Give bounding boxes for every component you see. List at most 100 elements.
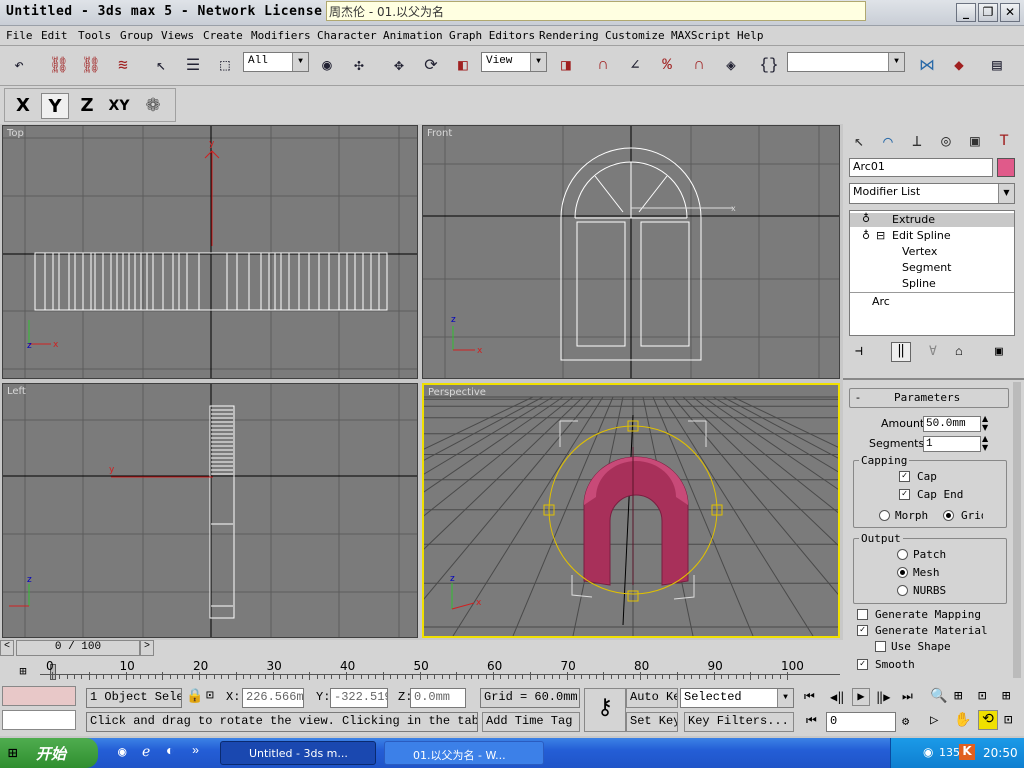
zoom-icon[interactable]: 🔍 [930, 688, 947, 705]
key-filters-button[interactable]: Key Filters... [684, 712, 794, 732]
zoom-extents-icon[interactable]: ⊡ [978, 688, 986, 705]
expand-icon[interactable]: ⊟ [876, 229, 885, 242]
maxscript-listener-white[interactable] [2, 710, 76, 730]
set-key-button[interactable]: Set Key [626, 712, 678, 732]
panel-scrollbar[interactable] [1013, 382, 1021, 678]
edit-named-selection-icon[interactable]: {} [756, 52, 782, 78]
menu-edit[interactable]: Edit [41, 29, 68, 42]
quicklaunch-ie-icon[interactable]: ℯ [142, 744, 150, 761]
go-to-end-icon[interactable]: ⏭ [902, 690, 913, 704]
spinner-arrows-icon[interactable]: ▲ ▼ [982, 414, 988, 432]
show-end-result-icon[interactable]: ‖ [891, 342, 911, 362]
go-to-start-icon[interactable]: ⏮ [804, 690, 815, 704]
object-name-input[interactable]: Arc01 [849, 158, 993, 177]
menu-tools[interactable]: Tools [78, 29, 111, 42]
hierarchy-tab-icon[interactable]: ⊥ [904, 128, 930, 154]
segments-spinner[interactable]: 1 [923, 436, 981, 452]
close-button[interactable]: ✕ [1000, 3, 1020, 22]
menu-character[interactable]: Character [317, 29, 377, 42]
restore-button[interactable]: ❐ [978, 3, 998, 22]
menu-help[interactable]: Help [737, 29, 764, 42]
viewport-front[interactable]: x z x Front [422, 125, 840, 379]
zoom-extents-all-icon[interactable]: ⊞ [1002, 688, 1010, 705]
time-prev-icon[interactable]: < [0, 640, 14, 656]
use-shape-checkbox[interactable] [875, 641, 886, 652]
auto-key-button[interactable]: Auto Key [626, 688, 678, 708]
link-icon[interactable]: ⛓ [46, 52, 72, 78]
quicklaunch-more-icon[interactable]: » [192, 744, 199, 758]
absolute-mode-icon[interactable]: ⊡ [206, 688, 214, 703]
percent-snap-icon[interactable]: % [654, 52, 680, 78]
restrict-z-button[interactable]: Z [73, 93, 101, 119]
time-config-icon[interactable]: ⚙ [902, 714, 909, 729]
make-unique-icon[interactable]: ∀ [929, 344, 937, 359]
restrict-y-button[interactable]: Y [41, 93, 69, 119]
pin-stack-icon[interactable]: ⊣ [855, 344, 863, 359]
track-bar[interactable]: ⊞ 0 10 20 30 40 50 60 70 80 90 100 [0, 659, 843, 684]
generate-mapping-checkbox[interactable] [857, 609, 868, 620]
quicklaunch-media-icon[interactable]: ◉ [118, 744, 126, 761]
lock-selection-icon[interactable]: 🔒 [186, 688, 203, 705]
previous-frame-icon[interactable]: ◀‖ [830, 690, 844, 705]
menu-group[interactable]: Group [120, 29, 153, 42]
pan-icon[interactable]: ✋ [954, 712, 971, 729]
object-color-swatch[interactable] [997, 158, 1015, 177]
task-3dsmax[interactable]: Untitled - 3ds m... [220, 741, 376, 765]
y-coord-input[interactable]: -322.519 [330, 688, 388, 708]
named-selection-icon[interactable]: ◈ [718, 52, 744, 78]
x-coord-input[interactable]: 226.566mm [242, 688, 304, 708]
time-slider[interactable]: 0 / 100 [16, 640, 140, 656]
reference-coord-dropdown[interactable]: View ▼ [481, 52, 547, 72]
amount-spinner[interactable]: 50.0mm [923, 416, 981, 432]
stack-item-vertex[interactable]: Vertex [902, 245, 937, 258]
create-tab-icon[interactable]: ↖ [846, 128, 872, 154]
key-mode-toggle-icon[interactable]: ⏮ [806, 714, 817, 728]
time-next-icon[interactable]: > [140, 640, 154, 656]
spinner-snap-icon[interactable]: ∩ [686, 52, 712, 78]
menu-modifiers[interactable]: Modifiers [251, 29, 311, 42]
display-tab-icon[interactable]: ▣ [962, 128, 988, 154]
key-mode-dropdown[interactable]: Selected ▼ [680, 688, 794, 708]
remove-modifier-icon[interactable]: ⌂ [955, 344, 963, 359]
stack-item-extrude[interactable]: Extrude [892, 213, 935, 226]
viewport-top[interactable]: y z x Top [2, 125, 418, 379]
maxscript-listener-pink[interactable] [2, 686, 76, 706]
modifier-stack[interactable]: ♁ Extrude ♁ ⊟ Edit Spline Vertex Segment… [849, 210, 1015, 336]
move-icon[interactable]: ✥ [386, 52, 412, 78]
task-winamp[interactable]: 01.以父为名 - W... [384, 741, 544, 765]
arc-rotate-icon[interactable]: ⟲ [978, 710, 998, 730]
pivot-center-icon[interactable]: ◨ [553, 52, 579, 78]
select-object-icon[interactable]: ↖ [148, 52, 174, 78]
add-time-tag-button[interactable]: Add Time Tag [482, 712, 580, 732]
tray-volume-icon[interactable]: ◉ [923, 745, 933, 759]
selection-filter-dropdown[interactable]: All ▼ [243, 52, 309, 72]
bulb-icon[interactable]: ♁ [862, 212, 870, 225]
menu-views[interactable]: Views [161, 29, 194, 42]
configure-sets-icon[interactable]: ▣ [995, 344, 1003, 359]
modifier-list-dropdown[interactable]: Modifier List ▼ [849, 183, 1015, 204]
rectangular-selection-icon[interactable]: ⬚ [212, 52, 238, 78]
utilities-tab-icon[interactable]: T [991, 128, 1017, 154]
restrict-xy-button[interactable]: XY [105, 93, 133, 119]
current-frame-input[interactable]: 0 [826, 712, 896, 732]
play-icon[interactable]: ▶ [852, 688, 870, 706]
field-of-view-icon[interactable]: ▷ [930, 712, 938, 729]
next-frame-icon[interactable]: ‖▶ [876, 690, 890, 705]
viewport-perspective[interactable]: zx Perspective [422, 383, 840, 638]
align-icon[interactable]: ◆ [946, 52, 972, 78]
smooth-checkbox[interactable]: ✓ [857, 659, 868, 670]
snap-toggle-icon[interactable]: ∩ [590, 52, 616, 78]
menu-graph-editors[interactable]: Graph Editors [449, 29, 535, 42]
mirror-icon[interactable]: ⋈ [914, 52, 940, 78]
rotate-icon[interactable]: ⟳ [418, 52, 444, 78]
window-crossing-icon[interactable]: ◉ [314, 52, 340, 78]
unlink-icon[interactable]: ⛓ [78, 52, 104, 78]
minimize-button[interactable]: _ [956, 3, 976, 22]
morph-radio[interactable] [879, 510, 890, 521]
menu-animation[interactable]: Animation [383, 29, 443, 42]
spinner-arrows-icon[interactable]: ▲ ▼ [982, 434, 988, 452]
grid-radio[interactable] [943, 510, 954, 521]
select-manipulate-icon[interactable]: ✣ [346, 52, 372, 78]
menu-maxscript[interactable]: MAXScript [671, 29, 731, 42]
scale-icon[interactable]: ◧ [450, 52, 476, 78]
